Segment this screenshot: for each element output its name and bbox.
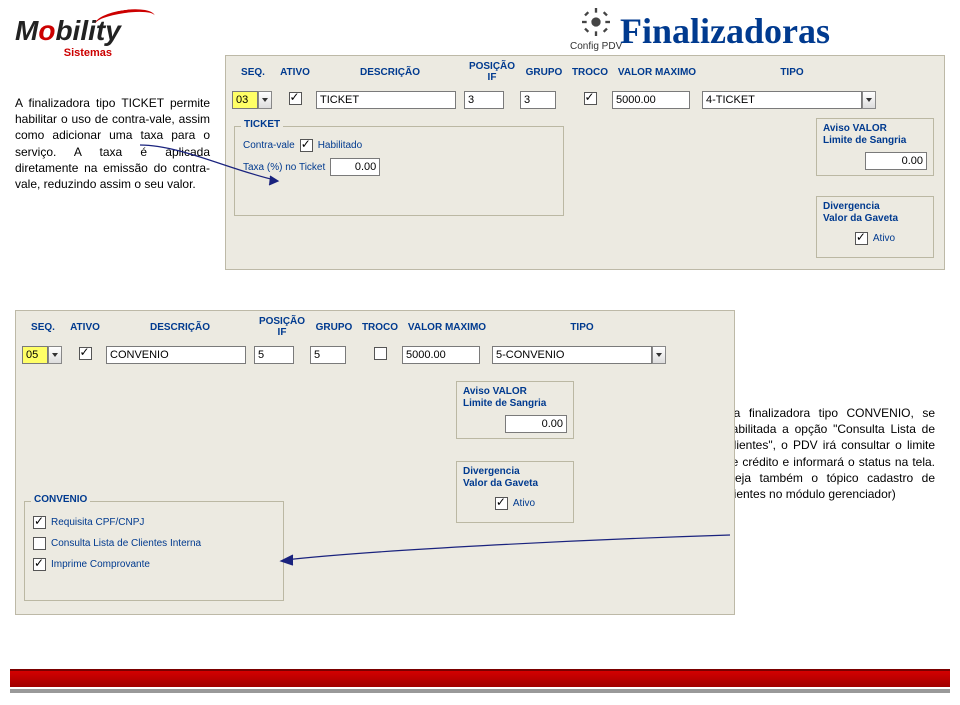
arrow-to-convenio-desc [275, 530, 735, 570]
seq-input[interactable] [232, 91, 258, 109]
gear-icon [582, 8, 610, 36]
aviso-title-2: Limite de Sangria [823, 135, 927, 147]
footer-shadow [10, 689, 950, 693]
header-valor-max: VALOR MAXIMO [612, 67, 702, 78]
diverg-title-2: Valor da Gaveta [463, 478, 567, 490]
table-row [16, 343, 734, 367]
logo-subtext: Sistemas [55, 47, 121, 59]
posicao-if-input[interactable] [254, 346, 294, 364]
requisita-cpf-checkbox[interactable] [33, 516, 46, 529]
page-title: Finalizadoras [620, 10, 830, 52]
taxa-input[interactable] [330, 158, 380, 176]
convenio-group-label: CONVENIO [31, 494, 90, 505]
chevron-down-icon[interactable] [862, 91, 876, 109]
tipo-dropdown[interactable] [492, 346, 666, 364]
valor-max-input[interactable] [612, 91, 690, 109]
aviso-valor-box: Aviso VALOR Limite de Sangria [456, 381, 574, 439]
valor-max-input[interactable] [402, 346, 480, 364]
divergencia-box: Divergencia Valor da Gaveta Ativo [456, 461, 574, 523]
header-grupo: GRUPO [520, 67, 568, 78]
tipo-input[interactable] [702, 91, 862, 109]
aviso-title-1: Aviso VALOR [823, 123, 927, 135]
grupo-input[interactable] [310, 346, 346, 364]
header-troco: TROCO [358, 322, 402, 333]
tipo-input[interactable] [492, 346, 652, 364]
footer-bar [10, 669, 950, 687]
imprime-comprovante-label: Imprime Comprovante [51, 559, 150, 570]
panel-ticket: SEQ. ATIVO DESCRIÇÃO POSIÇÃO IF GRUPO TR… [225, 55, 945, 270]
habilitado-checkbox[interactable] [300, 139, 313, 152]
logo: Mobility Sistemas [15, 15, 121, 59]
seq-dropdown[interactable] [22, 346, 62, 364]
table-header: SEQ. ATIVO DESCRIÇÃO POSIÇÃO IF GRUPO TR… [16, 311, 734, 343]
header-seq: SEQ. [22, 322, 64, 333]
config-pdv-icon-block: Config PDV [570, 8, 622, 52]
header-descricao: DESCRIÇÃO [316, 67, 464, 78]
diverg-ativo-checkbox[interactable] [855, 232, 868, 245]
seq-input[interactable] [22, 346, 48, 364]
descricao-input[interactable] [316, 91, 456, 109]
chevron-down-icon[interactable] [48, 346, 62, 364]
consulta-lista-checkbox[interactable] [33, 537, 46, 550]
header-posicao-if: POSIÇÃO IF [254, 316, 310, 338]
descricao-input[interactable] [106, 346, 246, 364]
header-tipo: TIPO [492, 322, 672, 333]
diverg-ativo-label: Ativo [513, 498, 535, 509]
header-ativo: ATIVO [274, 67, 316, 78]
troco-checkbox[interactable] [374, 347, 387, 360]
imprime-comprovante-checkbox[interactable] [33, 558, 46, 571]
table-header: SEQ. ATIVO DESCRIÇÃO POSIÇÃO IF GRUPO TR… [226, 56, 944, 88]
posicao-if-input[interactable] [464, 91, 504, 109]
header-tipo: TIPO [702, 67, 882, 78]
ticket-group: TICKET Contra-vale Habilitado Taxa (%) n… [234, 126, 564, 216]
header-grupo: GRUPO [310, 322, 358, 333]
diverg-title-1: Divergencia [823, 201, 927, 213]
diverg-ativo-checkbox[interactable] [495, 497, 508, 510]
chevron-down-icon[interactable] [258, 91, 272, 109]
aviso-valor-input[interactable] [865, 152, 927, 170]
description-convenio: Na finalizadora tipo CONVENIO, se habili… [725, 405, 935, 502]
grupo-input[interactable] [520, 91, 556, 109]
diverg-title-1: Divergencia [463, 466, 567, 478]
habilitado-label: Habilitado [318, 140, 362, 151]
divergencia-box: Divergencia Valor da Gaveta Ativo [816, 196, 934, 258]
aviso-valor-input[interactable] [505, 415, 567, 433]
chevron-down-icon[interactable] [652, 346, 666, 364]
header-seq: SEQ. [232, 67, 274, 78]
ativo-checkbox[interactable] [289, 92, 302, 105]
table-row [226, 88, 944, 112]
tipo-dropdown[interactable] [702, 91, 876, 109]
seq-dropdown[interactable] [232, 91, 272, 109]
arrow-to-ticket-group [130, 140, 280, 190]
header-valor-max: VALOR MAXIMO [402, 322, 492, 333]
header-descricao: DESCRIÇÃO [106, 322, 254, 333]
diverg-ativo-label: Ativo [873, 233, 895, 244]
troco-checkbox[interactable] [584, 92, 597, 105]
config-pdv-label: Config PDV [570, 41, 622, 52]
aviso-title-2: Limite de Sangria [463, 398, 567, 410]
header-troco: TROCO [568, 67, 612, 78]
diverg-title-2: Valor da Gaveta [823, 213, 927, 225]
requisita-cpf-label: Requisita CPF/CNPJ [51, 517, 144, 528]
ticket-group-label: TICKET [241, 119, 283, 130]
header-posicao-if: POSIÇÃO IF [464, 61, 520, 83]
consulta-lista-label: Consulta Lista de Clientes Interna [51, 538, 201, 549]
ativo-checkbox[interactable] [79, 347, 92, 360]
header-ativo: ATIVO [64, 322, 106, 333]
aviso-title-1: Aviso VALOR [463, 386, 567, 398]
aviso-valor-box: Aviso VALOR Limite de Sangria [816, 118, 934, 176]
convenio-group: CONVENIO Requisita CPF/CNPJ Consulta Lis… [24, 501, 284, 601]
